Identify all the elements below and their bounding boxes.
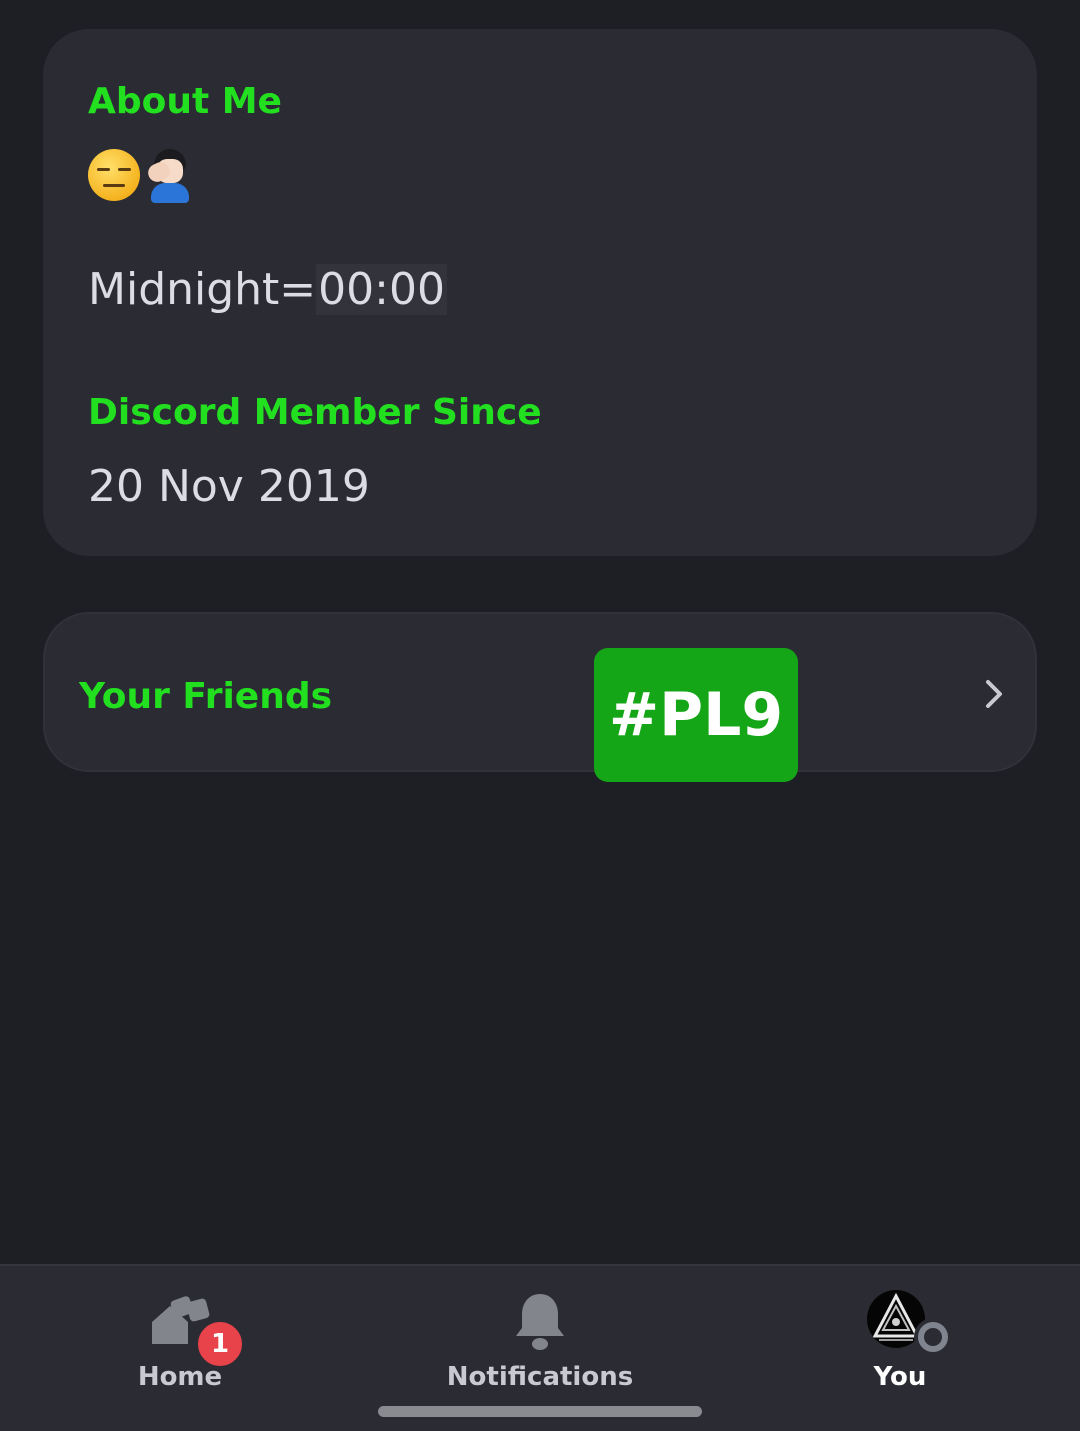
nav-notifications-label: Notifications: [446, 1362, 634, 1392]
expressionless-face-emoji: [88, 149, 140, 201]
avatar: [867, 1290, 925, 1348]
tag-badge: #PL9: [594, 648, 798, 782]
nav-you[interactable]: You: [770, 1266, 1030, 1406]
nav-notifications[interactable]: Notifications: [410, 1266, 670, 1406]
member-since-date: 20 Nov 2019: [88, 461, 370, 512]
your-friends-heading: Your Friends: [79, 676, 333, 717]
nav-home-label: Home: [137, 1362, 223, 1392]
chevron-right-icon[interactable]: [980, 678, 1008, 710]
bio-inline-code: 00:00: [316, 264, 447, 315]
nav-you-label: You: [873, 1362, 927, 1392]
nav-home[interactable]: 1 Home: [50, 1266, 310, 1406]
your-friends-row[interactable]: Your Friends: [43, 612, 1037, 772]
person-facepalming-emoji: [145, 149, 192, 205]
bell-icon: [516, 1294, 564, 1350]
offline-status-icon: [918, 1322, 948, 1352]
bio-text-prefix: Midnight=: [88, 264, 317, 315]
bio-text: Midnight=00:00: [88, 264, 447, 315]
profile-screen: About Me Midnight=00:00 Discord Member S…: [0, 0, 1080, 1431]
home-indicator-bar[interactable]: [378, 1406, 702, 1417]
member-since-heading: Discord Member Since: [88, 392, 542, 433]
bio-emoji-row: [88, 149, 192, 209]
about-me-card: About Me Midnight=00:00 Discord Member S…: [43, 29, 1037, 556]
about-me-heading: About Me: [88, 81, 282, 122]
